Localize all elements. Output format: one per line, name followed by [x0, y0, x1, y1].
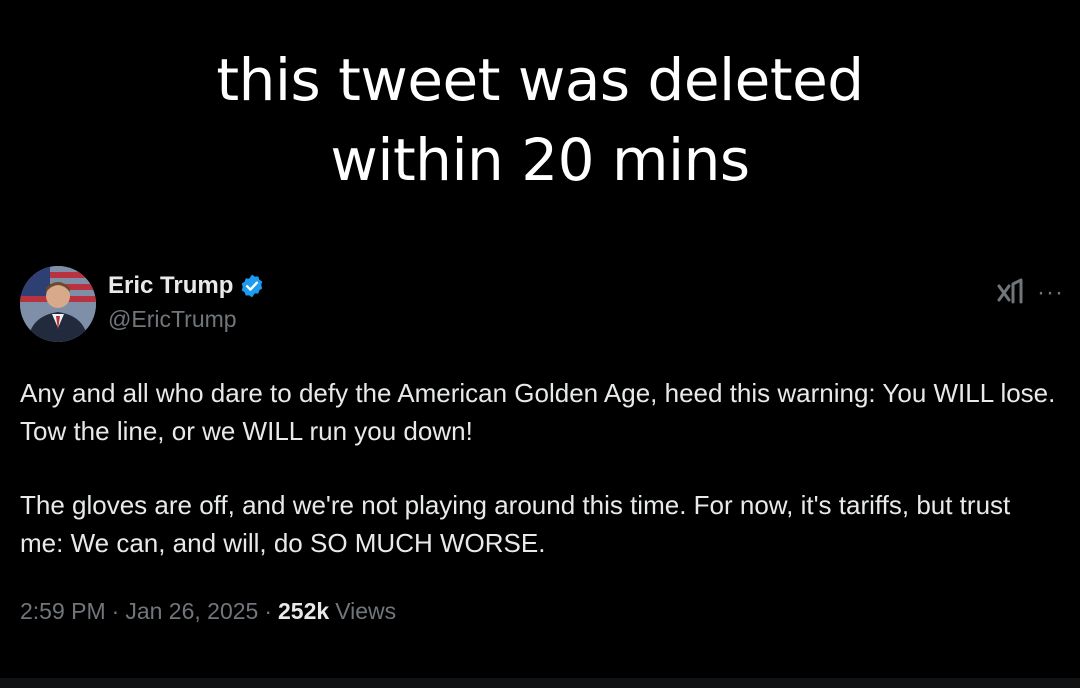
- views-label: Views: [335, 598, 397, 624]
- meta-separator: ·: [264, 598, 273, 624]
- caption-line-1: this tweet was deleted: [216, 46, 864, 114]
- more-options-icon[interactable]: ···: [1037, 279, 1064, 307]
- author-display-name[interactable]: Eric Trump: [108, 272, 233, 300]
- tweet-time[interactable]: 2:59 PM: [20, 598, 106, 625]
- avatar[interactable]: [20, 266, 96, 342]
- verified-badge-icon: [239, 273, 265, 299]
- tweet-date[interactable]: Jan 26, 2025: [125, 598, 258, 625]
- author-handle[interactable]: @EricTrump: [108, 306, 265, 333]
- tweet-meta: 2:59 PM · Jan 26, 2025 · 252k Views: [20, 598, 1060, 625]
- tweet-card: Eric Trump @EricTrump ··· Any and all wh…: [20, 264, 1063, 625]
- tweet-paragraph-1: Any and all who dare to defy the America…: [20, 378, 1056, 446]
- tweet-text: Any and all who dare to defy the America…: [20, 374, 1060, 562]
- meta-separator: ·: [111, 598, 120, 624]
- tweet-header: Eric Trump @EricTrump ···: [20, 264, 1063, 346]
- views-count[interactable]: 252k: [278, 598, 329, 625]
- tweet-paragraph-2: The gloves are off, and we're not playin…: [20, 490, 1011, 558]
- caption-line-2: within 20 mins: [330, 126, 750, 194]
- grok-icon[interactable]: [993, 276, 1027, 310]
- image-caption: this tweet was deleted within 20 mins: [0, 40, 1080, 200]
- avatar-photo-icon: [20, 266, 96, 342]
- author-info: Eric Trump @EricTrump: [108, 270, 265, 333]
- divider: [0, 678, 1080, 688]
- name-row: Eric Trump: [108, 270, 265, 302]
- tweet-actions: ···: [993, 276, 1064, 310]
